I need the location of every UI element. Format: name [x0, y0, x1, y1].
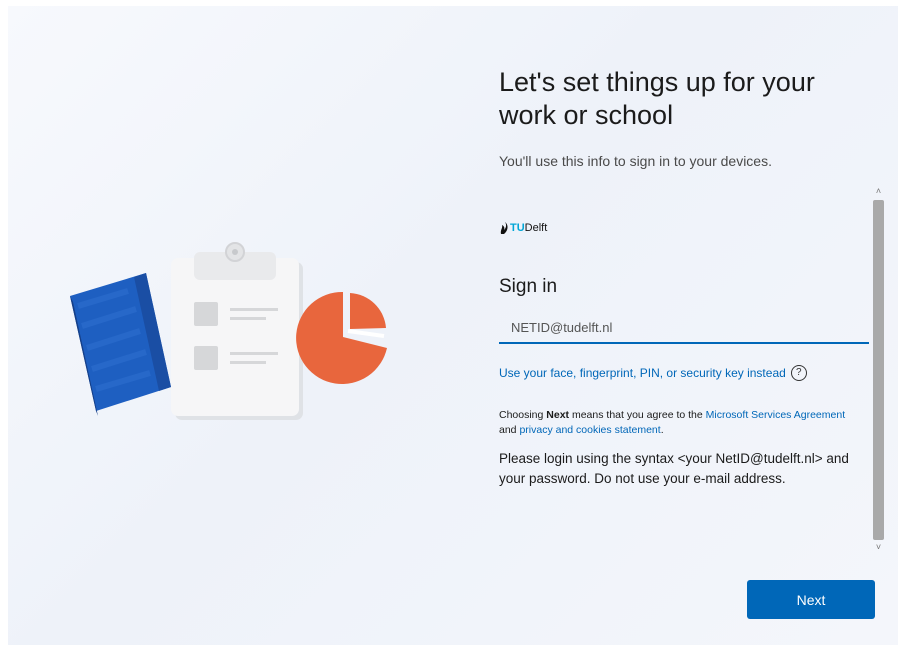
scroll-up-icon[interactable]: ˄	[871, 184, 886, 198]
clipboard-illustration	[171, 242, 303, 420]
signin-panel: TUDelft Sign in Use your face, fingerpri…	[499, 184, 873, 554]
help-circle-icon[interactable]: ?	[790, 365, 807, 381]
next-button[interactable]: Next	[747, 580, 875, 619]
email-input[interactable]	[499, 313, 869, 344]
setup-window: Let's set things up for your work or sch…	[8, 6, 898, 645]
signin-heading: Sign in	[499, 276, 558, 297]
terms-end: .	[660, 424, 664, 436]
page-title: Let's set things up for your work or sch…	[499, 67, 815, 130]
alt-signin-link[interactable]: Use your face, fingerprint, PIN, or secu…	[499, 365, 807, 381]
privacy-statement-link[interactable]: privacy and cookies statement	[519, 424, 660, 436]
terms-and: and	[499, 424, 520, 436]
terms-bold: Next	[546, 409, 570, 421]
login-instructions: Please login using the syntax <your NetI…	[499, 451, 849, 486]
alt-signin-link-label: Use your face, fingerprint, PIN, or secu…	[499, 366, 786, 380]
scroll-down-icon[interactable]: ˅	[871, 540, 886, 554]
page-subtitle: You'll use this info to sign in to your …	[499, 153, 772, 169]
org-logo-name: Delft	[524, 222, 548, 234]
org-logo-prefix: TU	[510, 222, 525, 234]
setup-illustration	[70, 242, 387, 420]
scrollbar-thumb[interactable]	[873, 200, 884, 540]
org-logo: TUDelft	[499, 222, 547, 234]
terms-text: Choosing Next means that you agree to th…	[499, 408, 849, 438]
pie-chart-illustration	[296, 291, 387, 384]
scrollbar[interactable]: ˄ ˅	[871, 184, 886, 554]
terms-middle: means that you agree to the	[569, 409, 706, 421]
tudelft-flame-icon	[500, 222, 508, 234]
notebook-illustration	[70, 273, 171, 416]
services-agreement-link[interactable]: Microsoft Services Agreement	[706, 409, 845, 421]
org-logo-text: TUDelft	[510, 222, 547, 234]
terms-prefix: Choosing	[499, 409, 547, 421]
